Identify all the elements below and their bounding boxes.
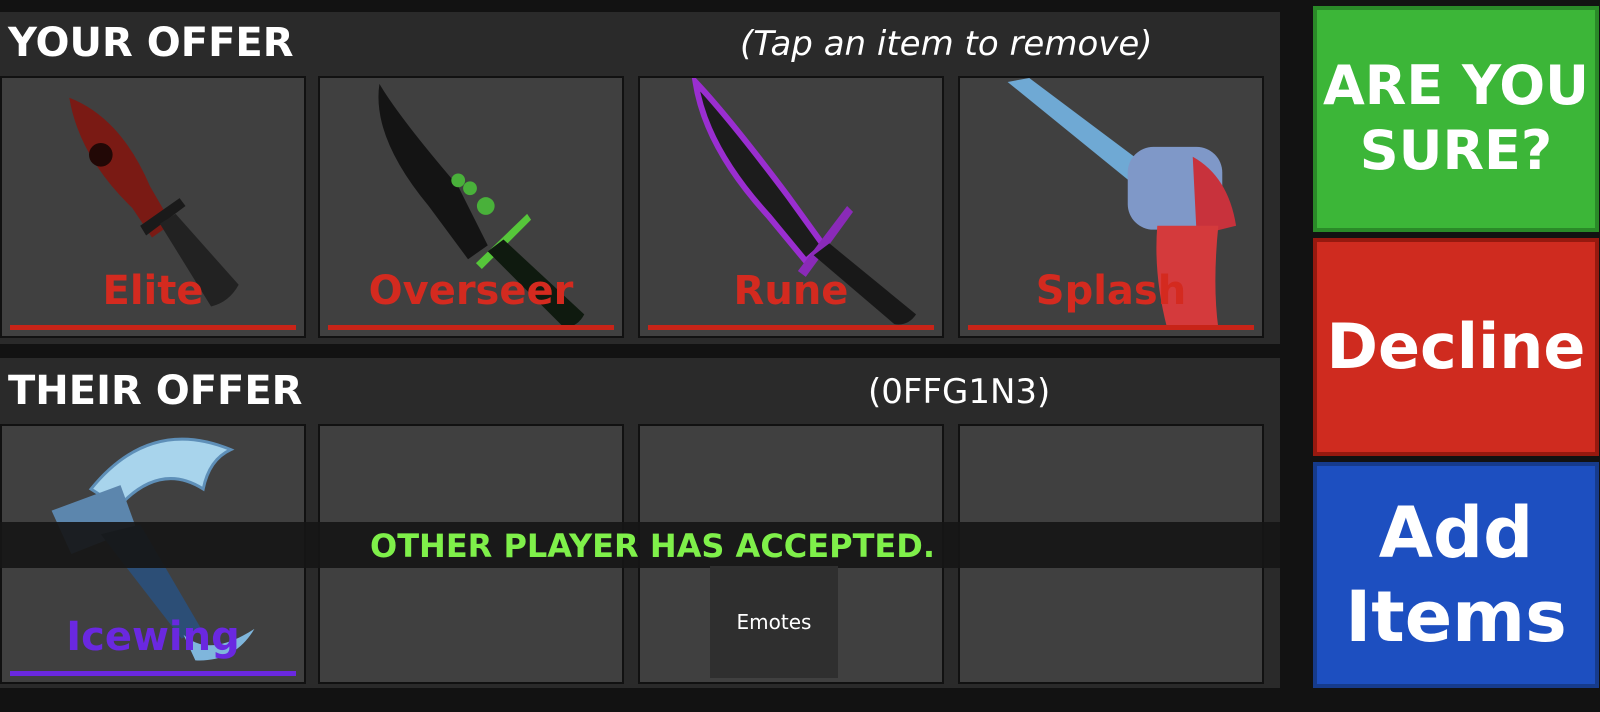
rarity-bar <box>648 325 934 330</box>
emotes-label: Emotes <box>736 610 812 634</box>
offer-slot-elite[interactable]: Elite <box>0 76 306 338</box>
confirm-trade-button[interactable]: ARE YOU SURE? <box>1313 6 1599 232</box>
trade-partner-name: (0FFG1N3) <box>868 372 1051 412</box>
rarity-bar <box>968 325 1254 330</box>
your-offer-title: YOUR OFFER <box>8 20 294 66</box>
item-name: Splash <box>1035 268 1187 314</box>
offer-slot-rune[interactable]: Rune <box>638 76 944 338</box>
item-name: Overseer <box>368 268 574 314</box>
offer-slot-overseer[interactable]: Overseer <box>318 76 624 338</box>
offer-slot-splash[interactable]: Splash <box>958 76 1264 338</box>
accepted-banner-text: OTHER PLAYER HAS ACCEPTED. <box>370 527 935 565</box>
decline-button[interactable]: Decline <box>1313 238 1599 456</box>
item-name: Icewing <box>66 614 240 660</box>
add-items-button[interactable]: Add Items <box>1313 462 1599 688</box>
item-name: Rune <box>733 268 849 314</box>
remove-hint: (Tap an item to remove) <box>740 24 1153 64</box>
rarity-bar <box>10 325 296 330</box>
rarity-bar <box>10 671 296 676</box>
emotes-button[interactable]: Emotes <box>710 566 838 678</box>
rarity-bar <box>328 325 614 330</box>
item-name: Elite <box>102 268 204 314</box>
their-offer-title: THEIR OFFER <box>8 368 303 414</box>
